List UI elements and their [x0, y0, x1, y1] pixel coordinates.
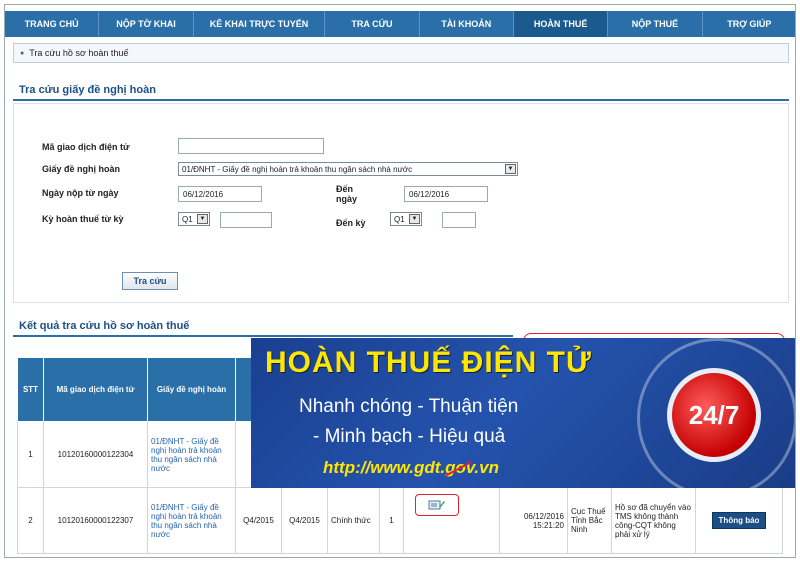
cell-giay-link[interactable]: 01/ĐNHT - Giấy đề nghị hoàn trả khoản th…	[147, 487, 236, 554]
den-ky-label: Đến kỳ	[336, 218, 366, 228]
cell-loai: Chính thức	[327, 487, 380, 554]
tra-cuu-button[interactable]: Tra cứu	[122, 272, 178, 290]
nav-nop-to-khai[interactable]: NỘP TỜ KHAI	[99, 11, 194, 37]
page-frame: TRANG CHỦ NỘP TỜ KHAI KÊ KHAI TRỰC TUYẾN…	[4, 4, 796, 558]
ky-tu-quarter-value: Q1	[182, 214, 193, 224]
cell-ma-gd: 10120160000122304	[43, 421, 148, 488]
cell-lan: 1	[379, 487, 404, 554]
cell-ma-gd: 10120160000122307	[43, 487, 148, 554]
top-nav: TRANG CHỦ NỘP TỜ KHAI KÊ KHAI TRỰC TUYẾN…	[5, 11, 795, 37]
nav-hoan-thue[interactable]: HOÀN THUẾ	[513, 11, 609, 37]
col-ma-gd: Mã giao dịch điện tử	[43, 357, 148, 422]
giay-select-value: 01/ĐNHT - Giấy đề nghị hoàn trả khoản th…	[182, 164, 413, 174]
banner-title: HOÀN THUẾ ĐIỆN TỬ	[265, 346, 592, 379]
chevron-down-icon: ▼	[197, 214, 208, 224]
search-section-title: Tra cứu giấy đề nghị hoàn	[13, 81, 789, 101]
document-edit-icon	[428, 500, 445, 510]
giay-label: Giấy đề nghị hoàn	[42, 164, 121, 174]
den-ngay-label: Đến ngày	[336, 184, 358, 204]
cell-giay-link[interactable]: 01/ĐNHT - Giấy đề nghị hoàn trả khoản th…	[147, 421, 236, 488]
breadcrumb: ● Tra cứu hồ sơ hoàn thuế	[13, 43, 789, 63]
giay-select[interactable]: 01/ĐNHT - Giấy đề nghị hoàn trả khoản th…	[178, 162, 518, 176]
den-ky-quarter-value: Q1	[394, 214, 405, 224]
search-panel: Mã giao dịch điện tử Giấy đề nghị hoàn 0…	[13, 103, 789, 303]
nav-nop-thue[interactable]: NỘP THUẾ	[608, 11, 703, 37]
banner-url: http://www.gdt.gov.vn	[323, 458, 499, 477]
den-ky-year-input[interactable]	[442, 212, 476, 228]
nav-trang-chu[interactable]: TRANG CHỦ	[5, 11, 100, 37]
results-section-title: Kết quả tra cứu hồ sơ hoàn thuế	[13, 317, 513, 337]
col-stt: STT	[17, 357, 44, 422]
chevron-down-icon: ▼	[409, 214, 420, 224]
nav-tra-cuu[interactable]: TRA CỨU	[325, 11, 420, 37]
bullet-icon: ●	[20, 49, 25, 57]
banner-line-1: Nhanh chóng - Thuận tiện	[299, 396, 519, 417]
cell-tu-ky: Q4/2015	[235, 487, 282, 554]
breadcrumb-label: Tra cứu hồ sơ hoàn thuế	[29, 48, 129, 58]
badge-247: 24/7	[667, 368, 761, 462]
cell-trang-thai: Hồ sơ đã chuyển vào TMS không thành công…	[611, 487, 696, 554]
table-row: 2 10120160000122307 01/ĐNHT - Giấy đề ng…	[17, 487, 783, 554]
cell-den-ky: Q4/2015	[281, 487, 328, 554]
nav-ke-khai-truc-tuyen[interactable]: KÊ KHAI TRỰC TUYẾN	[194, 11, 326, 37]
ma-gd-label: Mã giao dịch điện tử	[42, 142, 130, 152]
cell-co-quan: Cục Thuế Tỉnh Bắc Ninh	[567, 487, 612, 554]
promo-banner: HOÀN THUẾ ĐIỆN TỬ Nhanh chóng - Thuận ti…	[251, 338, 795, 488]
cell-ngay: 06/12/2016 15:21:20	[499, 487, 568, 554]
ky-tu-quarter-select[interactable]: Q1 ▼	[178, 212, 210, 226]
chevron-down-icon: ▼	[505, 164, 516, 174]
cell-action: Thông báo	[695, 487, 783, 554]
thong-bao-button[interactable]: Thông báo	[711, 512, 767, 529]
col-giay: Giấy đề nghị hoàn	[147, 357, 236, 422]
cell-stt: 1	[17, 421, 44, 488]
cell-stt: 2	[17, 487, 44, 554]
nav-tro-giup[interactable]: TRỢ GIÚP	[703, 11, 795, 37]
ngay-tu-label: Ngày nộp từ ngày	[42, 188, 119, 198]
den-ngay-input[interactable]: 06/12/2016	[404, 186, 488, 202]
ma-gd-input[interactable]	[178, 138, 324, 154]
nav-tai-khoan[interactable]: TÀI KHOẢN	[420, 11, 514, 37]
ky-tu-label: Kỳ hoàn thuế từ kỳ	[42, 214, 124, 224]
banner-line-2: - Minh bạch - Hiệu quả	[313, 426, 506, 447]
den-ky-quarter-select[interactable]: Q1 ▼	[390, 212, 422, 226]
ket-qua-icon-button[interactable]	[415, 494, 459, 516]
ky-tu-year-input[interactable]	[220, 212, 272, 228]
ngay-tu-input[interactable]: 06/12/2016	[178, 186, 262, 202]
